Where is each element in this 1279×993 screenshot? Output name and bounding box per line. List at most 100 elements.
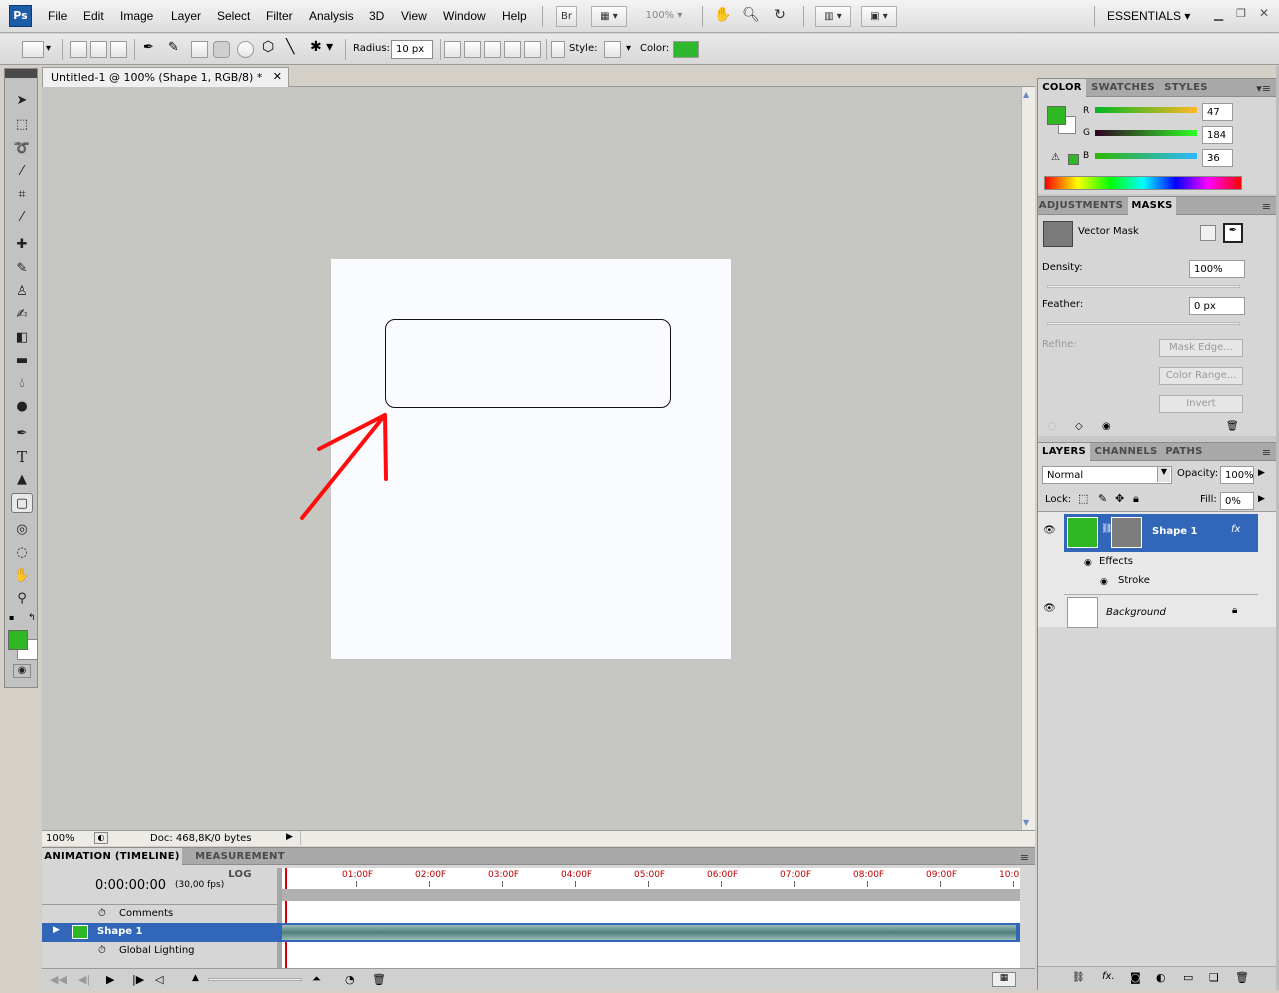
add-mask-icon[interactable]: ◙ <box>1130 971 1141 984</box>
new-group-icon[interactable]: ▭ <box>1183 971 1193 984</box>
zoom-in-icon[interactable]: ⏶ <box>312 972 321 986</box>
restore-icon[interactable]: ❐ <box>1236 7 1246 20</box>
scroll-up-icon[interactable]: ▲ <box>1023 90 1029 99</box>
paths-icon[interactable] <box>90 41 107 58</box>
horizontal-scrollbar[interactable] <box>300 831 1020 845</box>
swap-colors-icon[interactable]: ↰ <box>28 613 36 623</box>
close-tab-icon[interactable]: ✕ <box>273 70 282 83</box>
menu-select[interactable]: Select <box>217 9 250 23</box>
menu-3d[interactable]: 3D <box>369 9 384 23</box>
tab-styles[interactable]: STYLES <box>1160 79 1212 97</box>
mask-edge-button[interactable]: Mask Edge... <box>1159 339 1243 357</box>
tab-layers[interactable]: LAYERS <box>1038 443 1090 461</box>
lock-position-icon[interactable]: ✥ <box>1115 492 1124 505</box>
pixel-mask-button[interactable] <box>1200 225 1216 241</box>
marquee-tool-icon[interactable]: ⬚ <box>11 115 33 135</box>
zoom-out-icon[interactable]: ▲ <box>192 973 199 983</box>
rounded-rectangle-shape-icon[interactable] <box>213 41 230 58</box>
pen-tool-icon[interactable]: ✒ <box>143 40 154 55</box>
effects-label[interactable]: Effects <box>1099 556 1133 567</box>
status-menu-arrow-icon[interactable]: ▶ <box>286 832 293 842</box>
fx-icon[interactable]: fx. <box>1102 971 1115 982</box>
eyedropper-tool-icon[interactable]: ⁄ <box>11 208 33 228</box>
red-slider[interactable] <box>1095 107 1197 113</box>
blue-input[interactable]: 36 <box>1202 149 1233 167</box>
link-layers-icon[interactable]: ⛓ <box>1072 972 1085 983</box>
timeline-row-shape-1[interactable]: ▶ Shape 1 <box>42 923 1020 942</box>
clone-stamp-tool-icon[interactable]: ♙ <box>11 282 33 302</box>
scroll-down-icon[interactable]: ▼ <box>1023 818 1029 827</box>
move-tool-icon[interactable]: ➤ <box>11 91 33 111</box>
arrange-documents-icon[interactable]: ▥ ▾ <box>815 6 851 27</box>
tab-adjustments[interactable]: ADJUSTMENTS <box>1038 197 1124 215</box>
stopwatch-icon[interactable]: ⏱︎ <box>98 942 106 960</box>
menu-filter[interactable]: Filter <box>266 9 293 23</box>
hand-tool-icon[interactable]: ✋ <box>11 566 33 586</box>
brush-tool-icon[interactable]: ✎ <box>11 259 33 279</box>
color-range-button[interactable]: Color Range... <box>1159 367 1243 385</box>
gradient-tool-icon[interactable]: ▬ <box>11 351 33 371</box>
blur-tool-icon[interactable]: 💧︎ <box>11 374 33 394</box>
tab-swatches[interactable]: SWATCHES <box>1090 79 1156 97</box>
bridge-button[interactable]: Br <box>556 6 577 27</box>
chevron-right-icon[interactable]: ▶ <box>1258 468 1265 478</box>
link-icon[interactable] <box>551 41 565 58</box>
invert-button[interactable]: Invert <box>1159 395 1243 413</box>
ellipse-shape-icon[interactable] <box>237 41 254 58</box>
timeline-row-global-lighting[interactable]: ⏱︎ Global Lighting <box>42 942 277 960</box>
density-input[interactable]: 100% <box>1189 260 1245 278</box>
trash-icon[interactable]: 🗑︎ <box>372 973 386 986</box>
radius-input[interactable]: 10 px <box>391 40 433 59</box>
close-icon[interactable]: ✕ <box>1259 6 1269 20</box>
eye-icon[interactable]: 👁︎ <box>1043 603 1056 614</box>
subtract-shape-icon[interactable] <box>484 41 501 58</box>
onion-skin-icon[interactable]: ◔ <box>345 973 355 986</box>
menu-file[interactable]: File <box>48 9 67 23</box>
default-colors-icon[interactable]: ▪ <box>9 613 14 622</box>
previous-frame-icon[interactable]: ◀| <box>78 973 90 986</box>
blend-mode-select[interactable]: Normal ▼ <box>1042 466 1172 484</box>
gamut-swatch[interactable] <box>1068 154 1079 165</box>
menu-window[interactable]: Window <box>443 9 486 23</box>
freeform-pen-icon[interactable]: ✎ <box>168 40 179 55</box>
current-time-indicator[interactable] <box>285 868 287 968</box>
tab-measurement-log[interactable]: MEASUREMENT LOG <box>186 848 294 880</box>
rotate-view-icon[interactable]: ↻ <box>770 6 790 27</box>
crop-tool-icon[interactable]: ⌗ <box>11 185 33 205</box>
zoom-icon[interactable]: 🔍︎ <box>741 6 761 27</box>
rectangle-shape-icon[interactable] <box>191 41 208 58</box>
load-selection-icon[interactable]: ◌ <box>1048 421 1057 432</box>
current-time[interactable]: 0:00:00:00 <box>95 878 166 893</box>
menu-layer[interactable]: Layer <box>171 9 201 23</box>
next-frame-icon[interactable]: |▶ <box>132 973 144 986</box>
panel-menu-icon[interactable]: ▾≡ <box>1256 82 1271 95</box>
minimize-icon[interactable]: ▁ <box>1214 7 1223 21</box>
layer-row-background[interactable]: Background 🔒︎ <box>1064 594 1258 630</box>
eye-icon[interactable]: ◉ <box>1100 577 1108 587</box>
panel-menu-icon[interactable]: ≡ <box>1262 446 1271 459</box>
chevron-down-icon[interactable]: ▾ <box>626 43 631 54</box>
opacity-input[interactable]: 100% <box>1220 466 1254 484</box>
menu-image[interactable]: Image <box>120 9 153 23</box>
path-selection-tool-icon[interactable]: ▲ <box>11 470 33 490</box>
fill-pixels-icon[interactable] <box>110 41 127 58</box>
menu-view[interactable]: View <box>401 9 427 23</box>
foreground-color-swatch[interactable] <box>8 630 28 650</box>
green-slider[interactable] <box>1095 130 1197 136</box>
zoom-level[interactable]: 100% ▾ <box>637 6 691 27</box>
convert-frame-animation-icon[interactable]: ▦ <box>992 972 1016 987</box>
workspace-switcher[interactable]: ESSENTIALS ▾ <box>1107 9 1190 23</box>
status-zoom[interactable]: 100% <box>46 833 75 844</box>
chevron-down-icon[interactable]: ▾ <box>46 43 51 54</box>
rounded-rectangle-tool-icon[interactable]: ▢ <box>11 493 33 513</box>
menu-edit[interactable]: Edit <box>83 9 104 23</box>
screen-mode-icon[interactable]: ▣ ▾ <box>861 6 897 27</box>
lock-transparent-icon[interactable]: ⬚ <box>1078 492 1088 505</box>
audio-icon[interactable]: ◁ <box>155 973 163 986</box>
feather-input[interactable]: 0 px <box>1189 297 1245 315</box>
custom-shape-icon[interactable]: ✱ ▾ <box>310 39 333 55</box>
feather-slider[interactable] <box>1047 322 1240 325</box>
tool-preset-picker[interactable] <box>22 41 44 58</box>
add-shape-icon[interactable] <box>464 41 481 58</box>
color-spectrum[interactable] <box>1044 176 1242 190</box>
